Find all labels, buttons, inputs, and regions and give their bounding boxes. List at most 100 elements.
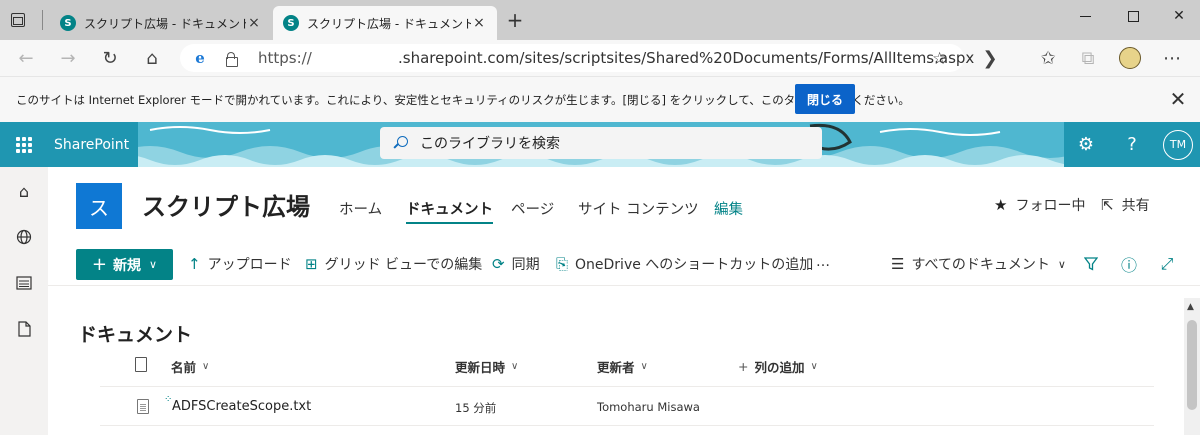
document-icon[interactable] (0, 309, 48, 349)
view-label: すべてのドキュメント (911, 257, 1050, 273)
nav-pages[interactable]: ページ (511, 198, 554, 219)
browser-tab-2[interactable]: S スクリプト広場 - ドキュメント - すべて × (273, 6, 497, 40)
chevron-down-icon: ∨ (810, 361, 818, 372)
forward-arrow-icon[interactable]: → (56, 46, 80, 70)
home-icon[interactable]: ⌂ (140, 46, 164, 70)
profile-avatar-icon[interactable] (1118, 46, 1142, 70)
nav-site-contents[interactable]: サイト コンテンツ (578, 198, 699, 219)
help-icon[interactable]: ? (1110, 122, 1154, 167)
library-search-box[interactable]: このライブラリを検索 (380, 127, 822, 159)
chevron-down-icon: ∨ (202, 361, 210, 372)
sharepoint-suite-bar: SharePoint このライブラリを検索 ⚙ ? TM (0, 122, 1200, 167)
new-tab-button[interactable]: + (505, 10, 525, 31)
tab-close-icon[interactable]: × (246, 15, 262, 31)
url-protocol: https:// (258, 49, 312, 67)
chevron-down-icon: ∨ (149, 258, 158, 271)
news-icon[interactable] (0, 263, 48, 303)
modified-cell: 15 分前 (455, 401, 497, 415)
upload-arrow-icon: ↑ (188, 255, 201, 273)
tab-title: スクリプト広場 - ドキュメント - すべて (84, 16, 246, 31)
tab-close-icon[interactable]: × (471, 15, 487, 31)
plus-icon: + (738, 359, 749, 374)
modified-by-cell[interactable]: Tomoharu Misawa (597, 400, 700, 414)
star-filled-icon: ★ (994, 196, 1008, 214)
grid-edit-button[interactable]: ⊞ グリッド ビューでの編集 (305, 254, 482, 274)
table-row[interactable]: ⁘ ADFSCreateScope.txt 15 分前 Tomoharu Mis… (100, 388, 1154, 426)
column-header-name[interactable]: 名前 ∨ (171, 357, 209, 376)
lock-icon[interactable] (226, 51, 238, 67)
scroll-up-arrow-icon[interactable]: ▲ (1187, 302, 1194, 312)
infobar-close-icon[interactable]: ✕ (1168, 87, 1188, 111)
sharepoint-brand-link[interactable]: SharePoint (48, 122, 138, 167)
home-icon[interactable]: ⌂ (0, 171, 48, 211)
vertical-scrollbar[interactable]: ▲ (1184, 298, 1200, 435)
settings-gear-icon[interactable]: ⚙ (1064, 122, 1108, 167)
nav-documents[interactable]: ドキュメント (406, 198, 493, 224)
add-column-button[interactable]: + 列の追加 ∨ (738, 357, 818, 376)
browser-toolbar: ← → ↻ ⌂ e https:// .sharepoint.com/sites… (0, 40, 1200, 76)
window-menu-icon[interactable] (8, 10, 28, 30)
column-header-modified[interactable]: 更新日時 ∨ (455, 357, 518, 376)
column-header-modified-by[interactable]: 更新者 ∨ (597, 357, 648, 376)
site-logo[interactable]: ス (76, 183, 122, 229)
onedrive-shortcut-label: OneDrive へのショートカットの追加 (575, 257, 814, 273)
command-bar: + 新規 ∨ ↑ アップロード ⊞ グリッド ビューでの編集 ⟳ 同期 ⎘ On… (48, 242, 1200, 286)
favorites-icon[interactable]: ✩ (1036, 46, 1060, 70)
account-button[interactable]: TM (1156, 122, 1200, 167)
new-label: 新規 (113, 257, 142, 274)
chevron-down-icon: ∨ (1057, 257, 1066, 271)
suite-right-panel: ⚙ ? TM (1064, 122, 1200, 167)
upload-label: アップロード (207, 257, 292, 273)
browser-tab-strip: S スクリプト広場 - ドキュメント - すべて × S スクリプト広場 - ド… (0, 0, 1200, 40)
sync-button[interactable]: ⟳ 同期 (492, 254, 540, 274)
sharepoint-favicon-icon: S (60, 15, 76, 31)
refresh-icon[interactable]: ↻ (98, 46, 122, 70)
follow-button[interactable]: ★ フォロー中 (994, 195, 1085, 215)
grid-icon: ⊞ (305, 255, 318, 273)
collections-icon[interactable]: ⧉ (1076, 46, 1100, 70)
chevron-down-icon: ∨ (511, 361, 519, 372)
grid-edit-label: グリッド ビューでの編集 (324, 257, 483, 273)
view-switcher[interactable]: ☰ すべてのドキュメント ∨ (891, 254, 1066, 274)
file-type-column-icon[interactable] (135, 357, 147, 372)
maximize-button[interactable] (1110, 0, 1156, 32)
info-icon[interactable]: ⓘ (1117, 252, 1141, 276)
maximize-icon (1127, 10, 1139, 22)
address-bar[interactable]: e https:// .sharepoint.com/sites/scripts… (180, 44, 974, 72)
add-column-label: 列の追加 (754, 360, 805, 375)
browser-tab-1[interactable]: S スクリプト広場 - ドキュメント - すべて × (50, 6, 272, 40)
upload-button[interactable]: ↑ アップロード (188, 254, 292, 274)
window-close-button[interactable]: ✕ (1156, 0, 1200, 32)
extension-icon[interactable]: ❯ (978, 46, 1002, 70)
site-title[interactable]: スクリプト広場 (142, 187, 310, 222)
folder-shortcut-icon: ⎘ (556, 255, 569, 273)
app-launcher-button[interactable] (0, 122, 48, 167)
share-button[interactable]: ⇱ 共有 (1101, 195, 1150, 215)
text-file-icon (137, 399, 149, 414)
ie-mode-infobar: このサイトは Internet Explorer モードで開かれています。これに… (0, 76, 1200, 122)
sync-label: 同期 (511, 257, 540, 273)
close-tab-button[interactable]: 閉じる (795, 84, 855, 114)
add-onedrive-shortcut-button[interactable]: ⎘ OneDrive へのショートカットの追加 (556, 254, 813, 274)
ie-mode-icon[interactable]: e (192, 50, 208, 66)
column-modified-by-label: 更新者 (597, 360, 635, 375)
globe-icon[interactable] (0, 217, 48, 257)
expand-icon[interactable]: ⤢ (1155, 252, 1179, 276)
nav-home[interactable]: ホーム (339, 198, 382, 219)
more-menu-icon[interactable]: ⋯ (1160, 46, 1184, 70)
tab-title: スクリプト広場 - ドキュメント - すべて (307, 16, 471, 31)
more-commands-button[interactable]: … (816, 254, 830, 270)
sync-icon: ⟳ (492, 255, 505, 273)
library-title: ドキュメント (78, 324, 193, 346)
minimize-button[interactable] (1062, 0, 1108, 32)
filter-icon[interactable] (1079, 252, 1103, 276)
waffle-icon (16, 136, 32, 153)
url-path: .sharepoint.com/sites/scriptsites/Shared… (398, 49, 975, 67)
nav-edit[interactable]: 編集 (714, 198, 743, 219)
search-icon (394, 136, 408, 150)
add-favorite-star-icon[interactable]: ☆ (932, 49, 947, 69)
new-button[interactable]: + 新規 ∨ (76, 249, 173, 280)
file-name-link[interactable]: ADFSCreateScope.txt (172, 399, 311, 414)
back-arrow-icon[interactable]: ← (14, 46, 38, 70)
scrollbar-thumb[interactable] (1187, 320, 1197, 410)
